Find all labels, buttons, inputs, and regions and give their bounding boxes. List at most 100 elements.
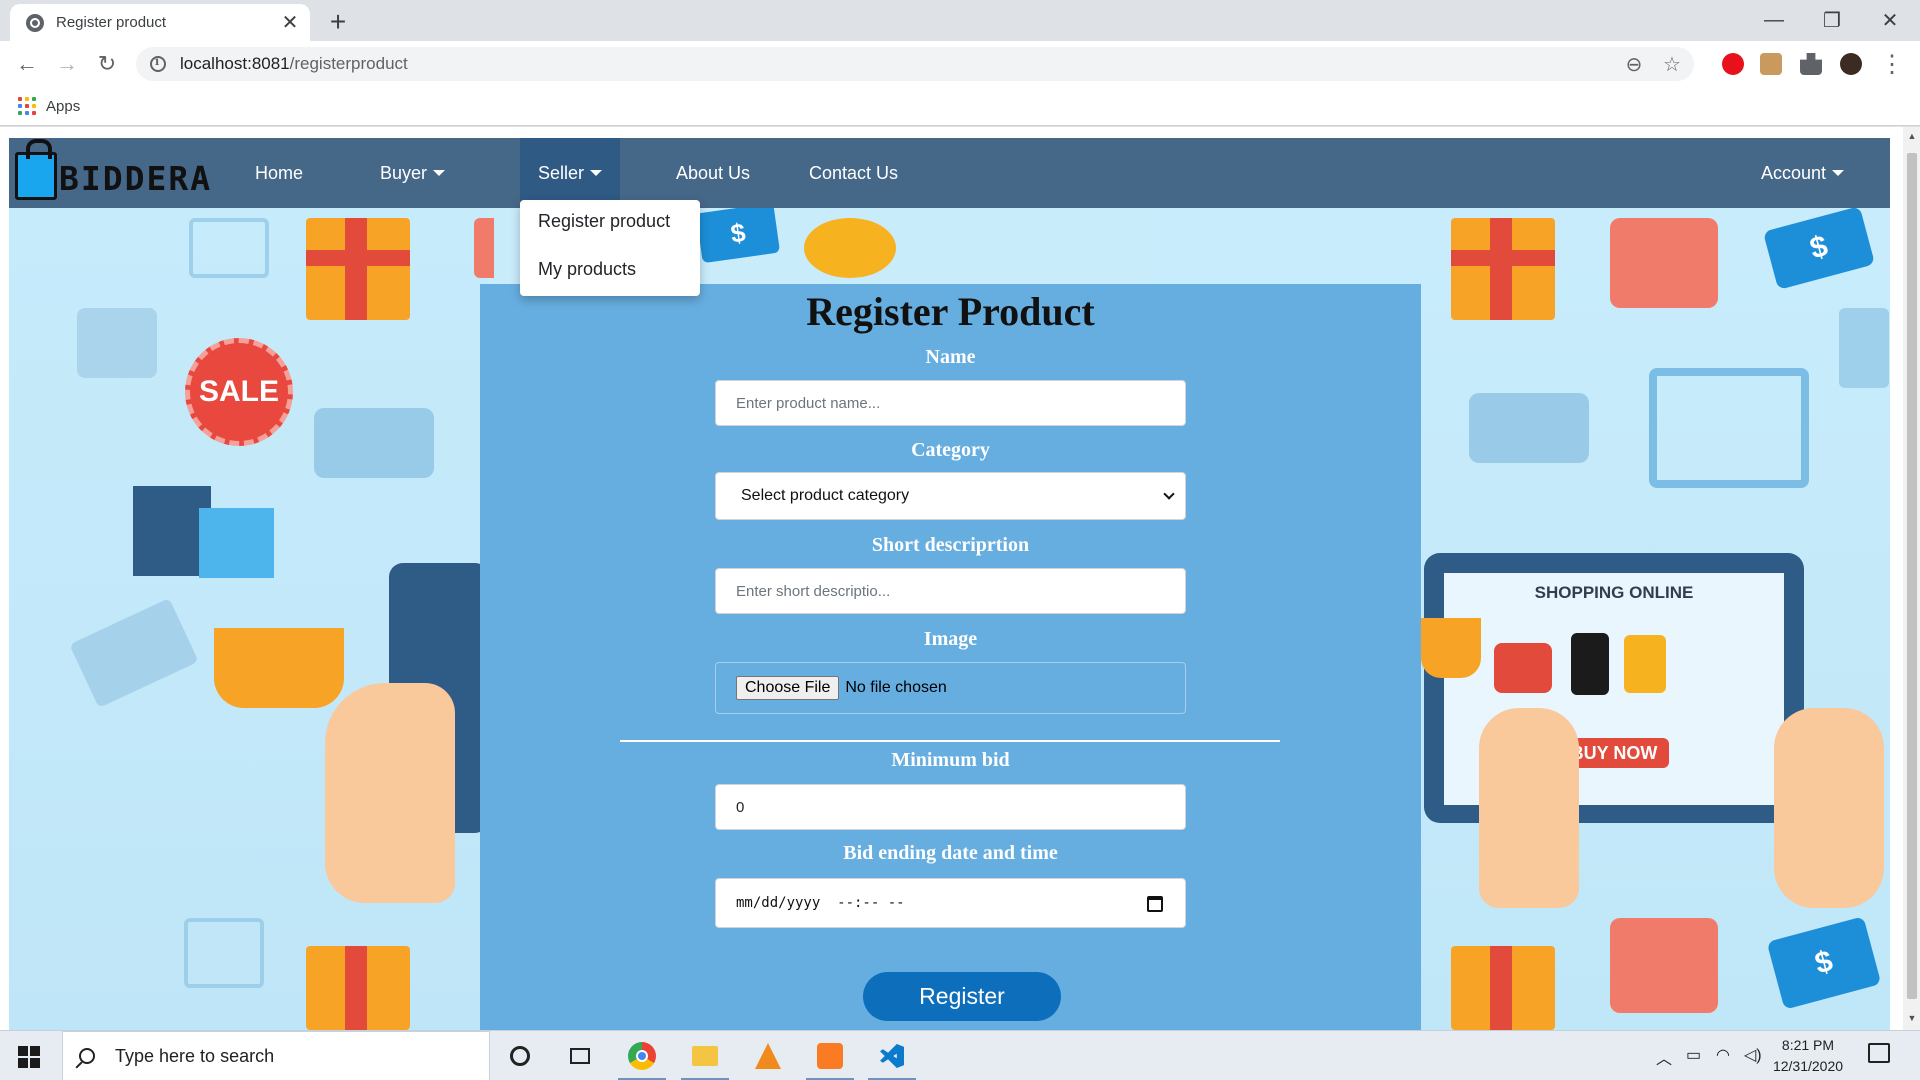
wallet-icon [474,218,494,278]
battery-icon[interactable]: ▭ [1686,1045,1701,1065]
page-scrollbar[interactable]: ▲ ▼ [1903,127,1920,1030]
category-select[interactable]: Select product category [715,472,1186,520]
minimize-button[interactable]: — [1745,0,1803,41]
browser-menu-icon[interactable]: ⋮ [1876,48,1908,80]
image-file-input[interactable]: Choose File No file chosen [715,662,1186,714]
notification-icon[interactable] [1868,1043,1890,1063]
taskbar-search[interactable]: Type here to search [62,1031,490,1080]
reload-button[interactable]: ↻ [91,48,123,80]
divider [620,740,1280,742]
no-file-text: No file chosen [845,679,947,696]
shopping-online-text: SHOPPING ONLINE [1534,583,1694,602]
datetime-value: mm/dd/yyyy --:-- -- [736,895,905,911]
page-viewport: SALE $ $ SHOPPING ONLINE BUY NOW $ BIDDE… [0,127,1920,1030]
scroll-down-arrow[interactable]: ▼ [1907,1013,1917,1023]
camera-icon [1494,643,1552,693]
caret-down-icon [1832,170,1845,176]
calendar-icon[interactable] [1147,896,1163,912]
vscode-icon[interactable] [877,1041,907,1071]
end-datetime-label: Bid ending date and time [843,842,1058,864]
wallet-icon [77,308,157,378]
zoom-icon[interactable]: ⊖ [1618,48,1650,80]
volume-icon[interactable]: ◁) [1744,1045,1762,1065]
phone-icon [1571,633,1609,695]
coins-icon [804,218,896,278]
shopping-bag-icon [199,508,274,578]
star-icon[interactable]: ☆ [1656,48,1688,80]
nav-about[interactable]: About Us [676,138,750,208]
close-window-button[interactable]: ✕ [1861,0,1919,41]
gift-ribbon [1490,946,1512,1030]
scroll-up-arrow[interactable]: ▲ [1907,131,1917,141]
nav-home[interactable]: Home [255,138,303,208]
register-button[interactable]: Register [863,972,1061,1021]
tab-title: Register product [56,14,167,31]
nav-contact[interactable]: Contact Us [809,138,898,208]
cart-icon [189,218,269,278]
scrollbar-thumb[interactable] [1907,153,1917,999]
tab-close-button[interactable]: ✕ [276,9,304,37]
tab-strip: Register product ✕ + — ❐ ✕ [0,0,1920,41]
globe-icon [26,13,44,32]
address-bar[interactable]: localhost:8081/registerproduct ⊖ ☆ [136,47,1694,81]
nav-buyer[interactable]: Buyer [380,138,446,208]
browser-toolbar: ← → ↻ localhost:8081/registerproduct ⊖ ☆… [0,41,1920,87]
page-content: SALE $ $ SHOPPING ONLINE BUY NOW $ BIDDE… [9,138,1890,1030]
seller-dropdown-menu: Register product My products [520,200,700,296]
register-product-form: Register Product Name Enter product name… [480,284,1421,1030]
windows-taskbar: Type here to search ︿ ▭ ◠ ◁) 8:21 PM 12/… [0,1030,1920,1080]
clock-date: 12/31/2020 [1772,1058,1844,1074]
product-name-input[interactable]: Enter product name... [715,380,1186,426]
end-datetime-input[interactable]: mm/dd/yyyy --:-- -- [715,878,1186,928]
category-selected-value: Select product category [741,487,910,504]
category-label: Category [911,439,990,461]
browser-tab[interactable]: Register product ✕ [10,4,310,41]
vlc-icon[interactable] [753,1041,783,1071]
xampp-icon[interactable] [815,1041,845,1071]
site-navbar: BIDDERA Home Buyer Seller About Us Conta… [9,138,1890,208]
site-logo[interactable]: BIDDERA [15,139,213,200]
info-icon[interactable] [150,55,166,72]
sale-badge: SALE [185,338,293,446]
wallet-icon [1610,218,1718,308]
file-explorer-icon[interactable] [690,1041,720,1071]
apps-bookmark[interactable]: Apps [46,98,80,115]
money-icon: $ [695,202,781,264]
caret-down-icon [590,170,603,176]
menu-item-register-product[interactable]: Register product [538,211,670,232]
wifi-icon[interactable]: ◠ [1716,1045,1730,1065]
brand-name: BIDDERA [59,158,213,198]
search-icon [79,1048,95,1064]
cortana-icon[interactable] [505,1041,535,1071]
short-description-input[interactable]: Enter short descriptio... [715,568,1186,614]
apps-icon[interactable] [18,97,36,115]
forward-button[interactable]: → [51,48,83,80]
chrome-icon[interactable] [627,1041,657,1071]
extension-icon[interactable] [1760,53,1782,75]
profile-avatar[interactable] [1840,53,1862,75]
cart-icon [184,918,264,988]
hand-illustration [325,683,455,903]
adblock-extension-icon[interactable] [1722,53,1744,75]
nav-account[interactable]: Account [1761,138,1845,208]
basket-icon [214,628,344,708]
show-hidden-icons[interactable]: ︿ [1656,1045,1672,1069]
nav-seller[interactable]: Seller [520,138,621,208]
taskbar-clock[interactable]: 8:21 PM 12/31/2020 [1768,1035,1848,1077]
minimum-bid-label: Minimum bid [891,749,1010,771]
new-tab-button[interactable]: + [322,6,354,38]
url-text[interactable]: localhost:8081/registerproduct [180,54,1618,74]
minimum-bid-input[interactable]: 0 [715,784,1186,830]
back-button[interactable]: ← [11,48,43,80]
gift-ribbon [1490,218,1512,320]
menu-item-my-products[interactable]: My products [538,259,636,280]
maximize-button[interactable]: ❐ [1803,0,1861,41]
windows-start-icon[interactable] [18,1046,40,1068]
music-player-icon [1624,635,1666,693]
choose-file-button[interactable]: Choose File [736,676,840,700]
puzzle-extension-icon[interactable] [1800,53,1822,75]
gift-ribbon [345,218,367,320]
task-view-icon[interactable] [565,1041,595,1071]
gift-ribbon [345,946,367,1030]
description-label: Short descriprtion [871,534,1030,556]
